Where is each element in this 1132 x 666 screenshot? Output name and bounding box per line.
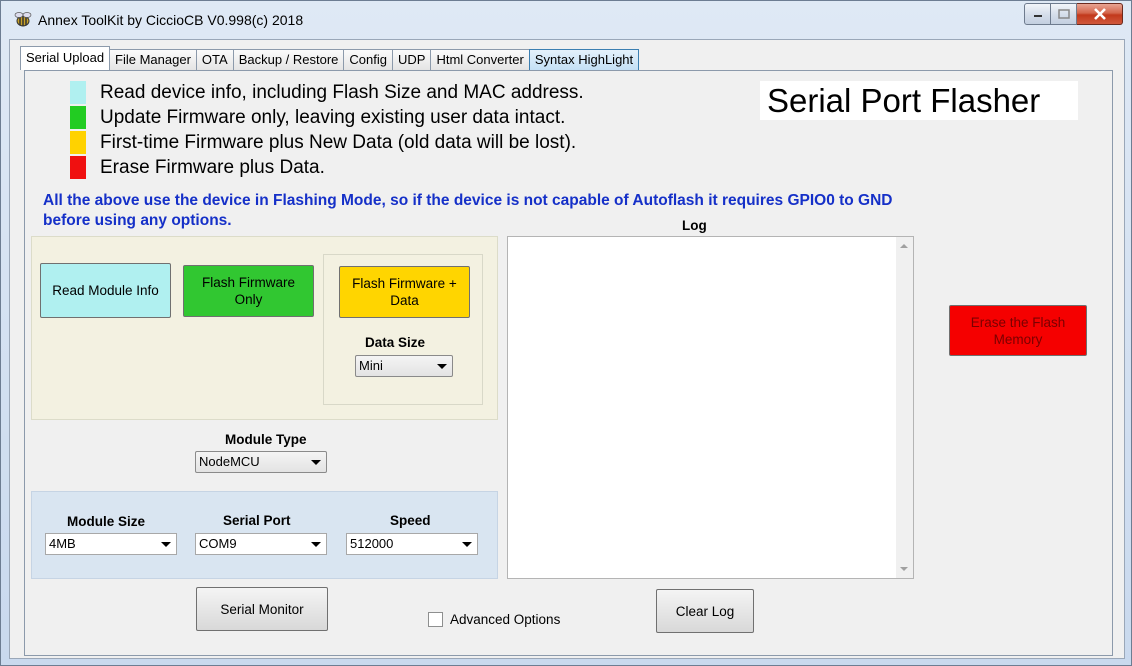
speed-select[interactable]: 512000 — [346, 533, 478, 555]
module-type-value: NodeMCU — [199, 454, 260, 469]
scroll-up-arrow-icon[interactable] — [900, 244, 908, 248]
chevron-down-icon — [311, 542, 321, 547]
advanced-options-checkbox[interactable] — [428, 612, 443, 627]
page-title: Serial Port Flasher — [760, 81, 1078, 120]
log-label: Log — [682, 218, 707, 233]
chevron-down-icon — [437, 364, 447, 369]
read-module-info-button[interactable]: Read Module Info — [40, 263, 171, 318]
data-size-select[interactable]: Mini — [355, 355, 453, 377]
erase-flash-button[interactable]: Erase the Flash Memory — [949, 305, 1087, 356]
legend-text-update: Update Firmware only, leaving existing u… — [100, 107, 566, 128]
tab-ota[interactable]: OTA — [195, 49, 234, 70]
serial-port-select[interactable]: COM9 — [195, 533, 327, 555]
maximize-button[interactable] — [1051, 3, 1077, 25]
data-size-value: Mini — [359, 358, 383, 373]
legend-text-read: Read device info, including Flash Size a… — [100, 82, 584, 103]
window-controls — [1024, 3, 1123, 25]
legend-swatch-first-time — [70, 131, 86, 154]
bee-app-icon — [14, 12, 32, 27]
speed-value: 512000 — [350, 536, 394, 551]
module-size-select[interactable]: 4MB — [45, 533, 177, 555]
chevron-down-icon — [161, 542, 171, 547]
close-icon — [1093, 8, 1106, 20]
maximize-icon — [1057, 9, 1070, 19]
speed-label: Speed — [390, 513, 431, 528]
close-button[interactable] — [1077, 3, 1123, 25]
tab-config[interactable]: Config — [343, 49, 393, 70]
serial-port-label: Serial Port — [223, 513, 291, 528]
flash-firmware-only-button[interactable]: Flash Firmware Only — [183, 265, 314, 317]
legend-text-erase: Erase Firmware plus Data. — [100, 157, 325, 178]
serial-monitor-button[interactable]: Serial Monitor — [196, 587, 328, 631]
tab-syntax-highlight[interactable]: Syntax HighLight — [528, 49, 640, 70]
log-content — [508, 237, 913, 243]
minimize-button[interactable] — [1024, 3, 1051, 25]
clear-log-button[interactable]: Clear Log — [656, 589, 754, 633]
data-size-label: Data Size — [365, 335, 426, 350]
tab-file-manager[interactable]: File Manager — [109, 49, 197, 70]
tab-udp[interactable]: UDP — [391, 49, 432, 70]
module-type-label: Module Type — [225, 432, 307, 447]
log-scrollbar[interactable] — [896, 237, 913, 578]
window-title: Annex ToolKit by CiccioCB V0.998(c) 2018 — [38, 12, 304, 28]
tab-serial-upload[interactable]: Serial Upload — [20, 46, 111, 70]
chevron-down-icon — [311, 460, 321, 465]
log-textarea[interactable] — [507, 236, 914, 579]
legend-text-first-time: First-time Firmware plus New Data (old d… — [100, 132, 577, 153]
module-size-label: Module Size — [67, 514, 146, 529]
tab-backup-restore[interactable]: Backup / Restore — [232, 49, 345, 70]
legend-swatch-update — [70, 106, 86, 129]
legend-swatch-read — [70, 81, 86, 104]
scroll-down-arrow-icon[interactable] — [900, 567, 908, 571]
module-type-select[interactable]: NodeMCU — [195, 451, 327, 473]
minimize-icon — [1033, 15, 1042, 17]
flash-firmware-data-button[interactable]: Flash Firmware + Data — [339, 266, 470, 318]
chevron-down-icon — [462, 542, 472, 547]
serial-port-value: COM9 — [199, 536, 237, 551]
tab-html-converter[interactable]: Html Converter — [430, 49, 530, 70]
flashing-mode-note: All the above use the device in Flashing… — [43, 192, 893, 229]
legend-swatch-erase — [70, 156, 86, 179]
advanced-options-label[interactable]: Advanced Options — [450, 612, 560, 627]
module-size-value: 4MB — [49, 536, 76, 551]
title-bar[interactable]: Annex ToolKit by CiccioCB V0.998(c) 2018 — [1, 1, 1131, 39]
tab-strip: Serial Upload File Manager OTA Backup / … — [20, 46, 640, 70]
